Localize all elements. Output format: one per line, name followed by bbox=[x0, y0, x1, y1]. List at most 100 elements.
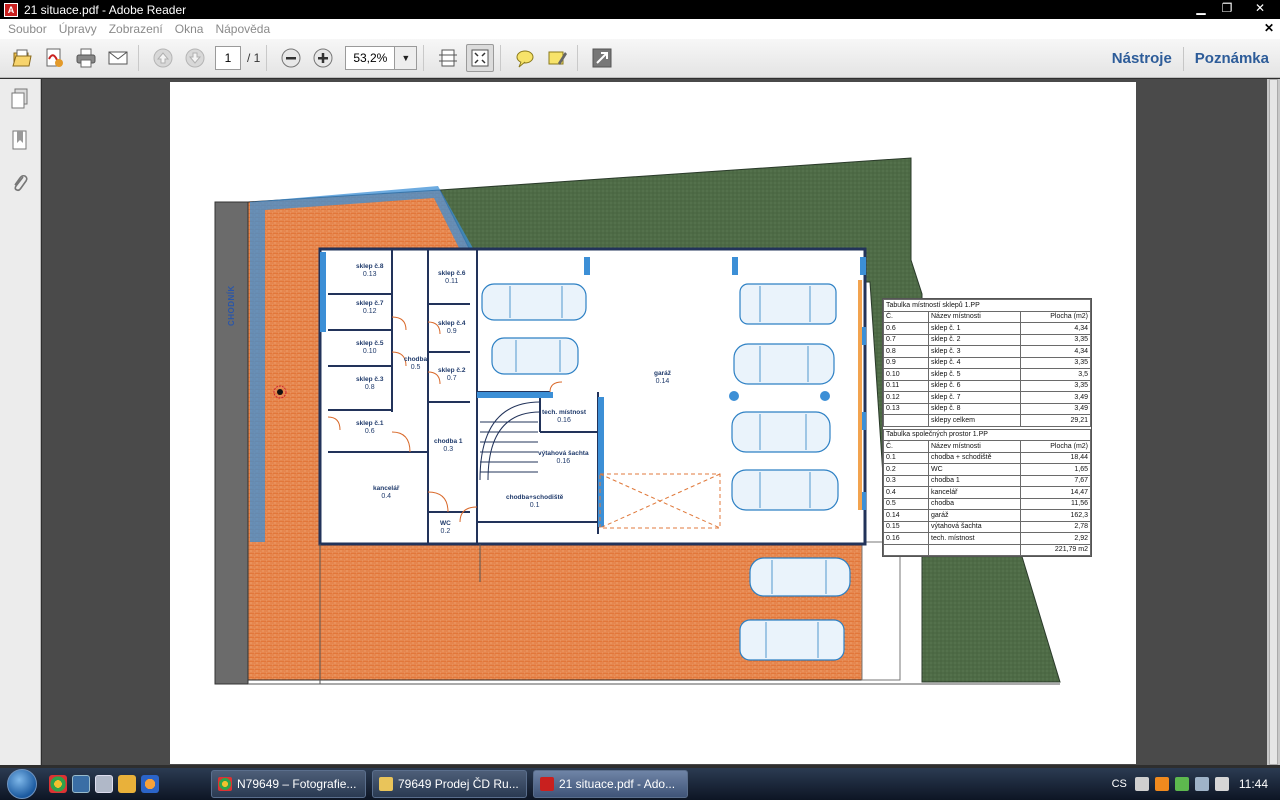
cell-number: 0.6 bbox=[883, 322, 929, 335]
email-button[interactable] bbox=[104, 44, 132, 72]
next-page-button[interactable] bbox=[181, 44, 209, 72]
folder-icon bbox=[379, 777, 393, 791]
toolbar-separator bbox=[577, 45, 579, 71]
cell-name: garáž bbox=[928, 509, 1021, 522]
table-header: Plocha (m2) bbox=[1020, 310, 1091, 323]
explorer-icon[interactable] bbox=[95, 775, 113, 793]
taskbar-item-folder[interactable]: 79649 Prodej ČD Ru... bbox=[372, 770, 527, 798]
cell-name: sklep č. 6 bbox=[928, 379, 1021, 392]
room-number: 0.16 bbox=[557, 417, 571, 424]
room-name: sklep č.8 bbox=[356, 263, 384, 270]
minimize-button[interactable]: ▁ bbox=[1188, 0, 1214, 19]
cell-area: 18,44 bbox=[1020, 451, 1091, 464]
update-icon[interactable] bbox=[1174, 777, 1189, 791]
clock[interactable]: 11:44 bbox=[1239, 777, 1268, 791]
print-button[interactable] bbox=[72, 44, 100, 72]
menu-zobrazeni[interactable]: Zobrazení bbox=[109, 22, 163, 36]
bookmark-icon[interactable] bbox=[9, 129, 31, 153]
tools-pane-button[interactable]: Nástroje bbox=[1101, 50, 1183, 67]
open-button[interactable] bbox=[8, 44, 36, 72]
page-number-input[interactable]: 1 bbox=[215, 46, 241, 70]
cell-area: 3,49 bbox=[1020, 402, 1091, 415]
start-button[interactable] bbox=[0, 768, 44, 800]
menu-napoveda[interactable]: Nápověda bbox=[215, 22, 270, 36]
cell-area: 221,79 m2 bbox=[1020, 543, 1091, 556]
document-viewer[interactable]: CHODNÍK sklep č.8 0.13 sklep č.7 0.12 skle… bbox=[42, 79, 1280, 765]
notification-icon[interactable] bbox=[1154, 777, 1169, 791]
cell-name: sklep č. 8 bbox=[928, 402, 1021, 415]
language-indicator[interactable]: CS bbox=[1112, 778, 1127, 790]
firefox-icon[interactable] bbox=[141, 775, 159, 793]
create-pdf-button[interactable] bbox=[40, 44, 68, 72]
highlight-button[interactable] bbox=[543, 44, 571, 72]
cell-number: 0.12 bbox=[883, 391, 929, 404]
cell-number: 0.1 bbox=[883, 451, 929, 464]
menu-okna[interactable]: Okna bbox=[175, 22, 204, 36]
zoom-out-button[interactable] bbox=[277, 44, 305, 72]
cell-number: 0.4 bbox=[883, 486, 929, 499]
arrow-down-circle-icon bbox=[185, 48, 205, 68]
zoom-value[interactable]: 53,2% bbox=[346, 47, 394, 69]
network-icon[interactable] bbox=[1194, 777, 1209, 791]
fit-page-icon bbox=[439, 49, 458, 67]
cell-area: 1,65 bbox=[1020, 463, 1091, 476]
table-row: 0.14 garáž 162,3 bbox=[883, 509, 1091, 522]
fit-page-button[interactable] bbox=[434, 44, 462, 72]
cell-number: 0.9 bbox=[883, 356, 929, 369]
cell-name: výtahová šachta bbox=[928, 520, 1021, 533]
taskbar-item-label: N79649 – Fotografie... bbox=[237, 777, 357, 791]
toolbar-separator bbox=[423, 45, 425, 71]
cell-area: 7,67 bbox=[1020, 474, 1091, 487]
room-number: 0.12 bbox=[362, 308, 377, 315]
menu-soubor[interactable]: Soubor bbox=[8, 22, 47, 36]
cell-name: sklep č. 4 bbox=[928, 356, 1021, 369]
keyboard-icon[interactable] bbox=[1134, 777, 1149, 791]
table-row: 0.16 tech. místnost 2,92 bbox=[883, 532, 1091, 545]
cell-area: 162,3 bbox=[1020, 509, 1091, 522]
pages-icon[interactable] bbox=[9, 87, 31, 111]
comment-button[interactable] bbox=[511, 44, 539, 72]
taskbar-item-chrome[interactable]: N79649 – Fotografie... bbox=[211, 770, 366, 798]
cell-number: 0.5 bbox=[883, 497, 929, 510]
room-label: sklep č.5 0.10 bbox=[356, 340, 383, 356]
cell-name: sklepy celkem bbox=[928, 414, 1021, 427]
zoom-in-button[interactable] bbox=[309, 44, 337, 72]
sidewalk-label: CHODNÍK bbox=[227, 285, 236, 326]
fit-width-button[interactable] bbox=[466, 44, 495, 72]
table-row: 0.7 sklep č. 2 3,35 bbox=[883, 333, 1091, 346]
zoom-select[interactable]: 53,2% ▼ bbox=[345, 46, 418, 70]
minus-circle-icon bbox=[281, 48, 301, 68]
scrollbar-thumb[interactable] bbox=[1269, 79, 1278, 765]
media-player-icon[interactable] bbox=[118, 775, 136, 793]
vertical-scrollbar[interactable] bbox=[1267, 79, 1280, 765]
cell-name: WC bbox=[928, 463, 1021, 476]
chrome-icon[interactable] bbox=[49, 775, 67, 793]
chevron-down-icon[interactable]: ▼ bbox=[394, 47, 417, 69]
paperclip-icon[interactable] bbox=[9, 171, 31, 195]
comment-pane-button[interactable]: Poznámka bbox=[1184, 50, 1280, 67]
menu-upravy[interactable]: Úpravy bbox=[59, 22, 97, 36]
volume-icon[interactable] bbox=[1214, 777, 1229, 791]
cell-area: 2,92 bbox=[1020, 532, 1091, 545]
window-strip bbox=[858, 280, 862, 510]
window-title: 21 situace.pdf - Adobe Reader bbox=[24, 2, 187, 17]
taskbar-item-adobe-reader[interactable]: 21 situace.pdf - Ado... bbox=[533, 770, 688, 798]
room-number: 0.16 bbox=[556, 458, 571, 465]
room-label: WC 0.2 bbox=[440, 520, 451, 536]
close-button[interactable]: ✕ bbox=[1240, 0, 1280, 19]
ramp bbox=[861, 541, 901, 681]
room-label: chodba 1 0.3 bbox=[434, 438, 463, 454]
previous-page-button[interactable] bbox=[149, 44, 177, 72]
toolbar: 1 / 1 53,2% ▼ Nástroje Poznámka bbox=[0, 39, 1280, 78]
close-document-button[interactable]: ✕ bbox=[1264, 21, 1274, 35]
desktop-icon[interactable] bbox=[72, 775, 90, 793]
table-row: 0.9 sklep č. 4 3,35 bbox=[883, 356, 1091, 369]
cell-number: 0.13 bbox=[883, 402, 929, 415]
sidewalk bbox=[214, 201, 249, 685]
maximize-button[interactable]: ❐ bbox=[1214, 0, 1240, 19]
envelope-icon bbox=[108, 51, 128, 65]
windows-logo-icon bbox=[7, 769, 37, 799]
room-number: 0.8 bbox=[364, 384, 375, 391]
full-screen-button[interactable] bbox=[588, 44, 616, 72]
room-number: 0.7 bbox=[446, 375, 457, 382]
